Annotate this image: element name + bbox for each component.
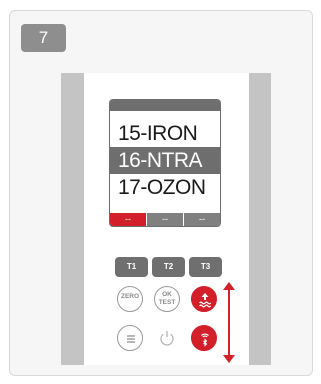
- menu-item-17-ozon[interactable]: 17-OZON: [110, 174, 220, 201]
- softkey-2[interactable]: --: [146, 213, 183, 226]
- menu-button[interactable]: [117, 325, 143, 351]
- power-button[interactable]: [154, 325, 180, 351]
- device-rail-left: [61, 73, 84, 365]
- bluetooth-button[interactable]: [191, 325, 217, 351]
- step-number-badge: 7: [21, 24, 66, 52]
- menu-item-15-iron[interactable]: 15-IRON: [110, 120, 220, 147]
- ok-test-button[interactable]: OK TEST: [154, 286, 180, 312]
- display-header: [110, 100, 220, 111]
- scroll-up-arrow-icon: [223, 282, 235, 325]
- wireless-bluetooth-icon: [201, 333, 209, 347]
- up-arrow-waves-icon: [199, 293, 212, 308]
- device-rail-right: [249, 73, 271, 365]
- power-icon: [160, 331, 174, 346]
- scroll-down-arrow-icon: [223, 320, 235, 363]
- t3-button[interactable]: T3: [189, 257, 222, 277]
- zero-button[interactable]: ZERO: [117, 286, 143, 312]
- t1-button[interactable]: T1: [115, 257, 148, 277]
- ok-label: OK: [162, 291, 172, 298]
- test-label: TEST: [158, 299, 176, 306]
- softkey-1[interactable]: --: [110, 213, 146, 226]
- device-display: 15-IRON 16-NTRA 17-OZON -- -- --: [109, 99, 221, 227]
- menu-icon: [127, 335, 135, 343]
- up-waves-button[interactable]: [191, 286, 217, 312]
- zero-button-label: ZERO: [120, 293, 140, 300]
- menu-item-16-ntra-selected[interactable]: 16-NTRA: [110, 147, 220, 174]
- softkey-3[interactable]: --: [183, 213, 220, 226]
- softkey-bar: -- -- --: [110, 213, 220, 226]
- t2-button[interactable]: T2: [152, 257, 185, 277]
